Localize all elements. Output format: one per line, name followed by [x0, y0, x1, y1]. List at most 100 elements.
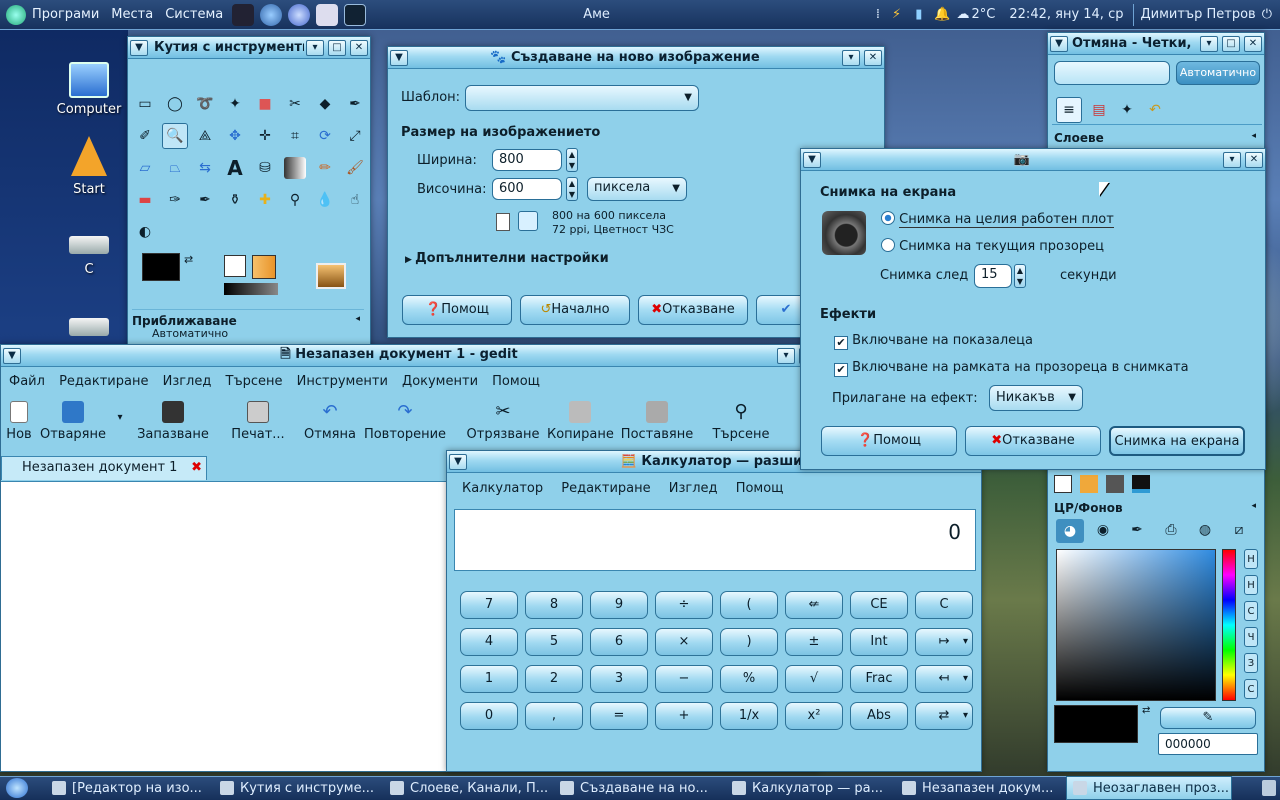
color-select-icon[interactable]: ■	[254, 93, 276, 115]
new-image-titlebar[interactable]: ▼ 🐾 Създаване на ново изображение ▾ ✕	[388, 47, 884, 69]
calc-key[interactable]: ↦ ▾	[915, 628, 973, 656]
taskbar-item[interactable]: Кутия с инструме...	[214, 776, 380, 800]
channel-v-radio[interactable]: С	[1244, 601, 1258, 621]
calc-key[interactable]: )	[720, 628, 778, 656]
height-spin-button[interactable]: ▲ ▼	[566, 177, 578, 201]
taskbar-item[interactable]: Калкулатор — ра...	[726, 776, 892, 800]
desktop-icon-start[interactable]: Start	[44, 136, 134, 197]
perspective-clone-icon[interactable]: ⚲	[284, 189, 306, 211]
calc-key[interactable]: ±	[785, 628, 843, 656]
distro-logo-icon[interactable]	[6, 4, 26, 25]
measure-icon[interactable]: ⟁	[194, 125, 216, 147]
calc-key[interactable]: =	[590, 702, 648, 730]
menu-documents[interactable]: Документи	[402, 374, 478, 389]
maximize-button[interactable]: □	[1222, 35, 1240, 52]
close-button[interactable]: ✕	[864, 49, 882, 66]
calc-key[interactable]: CE	[850, 591, 908, 619]
minimize-button[interactable]: ▾	[1223, 151, 1241, 168]
ink-icon[interactable]: ✒	[194, 189, 216, 211]
print-button[interactable]: Печат...	[227, 401, 289, 442]
taskbar-item[interactable]: Неозаглавен проз...	[1066, 776, 1232, 800]
help-button[interactable]: ❓Помощ	[402, 295, 512, 325]
taskbar-item[interactable]: [Редактор на изо...	[46, 776, 210, 800]
calc-key[interactable]: 1	[460, 665, 518, 693]
layers-titlebar[interactable]: ▼ Отмяна - Четки, ▾ □ ✕	[1048, 33, 1264, 55]
channel-b-radio[interactable]: С	[1244, 679, 1258, 699]
calc-key[interactable]: −	[655, 665, 713, 693]
fg-color-preview[interactable]	[1054, 705, 1138, 743]
landscape-icon[interactable]	[518, 211, 538, 231]
color-wheel-icon[interactable]: ◉	[1092, 519, 1114, 541]
notification-bell-icon[interactable]: 🔔	[934, 7, 950, 22]
color-picker-icon[interactable]: ✐	[134, 125, 156, 147]
panel-menu-icon[interactable]: ◂	[1251, 501, 1256, 511]
include-pointer-checkbox[interactable]: ✔ Включване на показалеца	[834, 333, 1033, 350]
open-button[interactable]: Отваряне	[39, 401, 107, 442]
text-tool-icon[interactable]: A	[224, 156, 246, 180]
calc-key[interactable]: 2	[525, 665, 583, 693]
watercolor-icon[interactable]: ◍	[1194, 519, 1216, 541]
template-select[interactable]: ▼	[465, 85, 699, 111]
take-screenshot-button[interactable]: Снимка на екрана	[1109, 426, 1245, 456]
scale-icon[interactable]: ⧄	[1228, 519, 1250, 541]
lasso-icon[interactable]: ➰	[194, 93, 216, 115]
screenshot-titlebar[interactable]: ▼ 📷 ▾ ✕	[801, 149, 1265, 171]
gedit-titlebar[interactable]: ▼ 🗎 Незапазен документ 1 - gedit ▾ □	[1, 345, 819, 367]
save-button[interactable]: Запазване	[135, 401, 211, 442]
copy-button[interactable]: Копиране	[547, 401, 614, 442]
height-input[interactable]: 600	[492, 178, 562, 200]
zoom-tool-icon[interactable]: 🔍	[162, 123, 188, 149]
foreground-select-icon[interactable]: ◆	[314, 93, 336, 115]
open-recent-arrow[interactable]: ▾	[113, 409, 127, 424]
calc-key[interactable]: 8	[525, 591, 583, 619]
brush-preview[interactable]	[224, 255, 246, 277]
portrait-icon[interactable]	[496, 213, 510, 231]
calc-key[interactable]: 5	[525, 628, 583, 656]
bucket-fill-icon[interactable]: ⛁	[254, 157, 276, 179]
menu-tools[interactable]: Инструменти	[297, 374, 388, 389]
calc-key[interactable]: 9	[590, 591, 648, 619]
channels-tab-icon[interactable]: ▤	[1086, 97, 1112, 123]
rect-select-icon[interactable]: ▭	[134, 93, 156, 115]
terminal-launcher-icon[interactable]	[344, 3, 367, 26]
minimize-button[interactable]: ▾	[777, 347, 795, 364]
ellipse-select-icon[interactable]: ◯	[164, 93, 186, 115]
temperature[interactable]: 2°C	[972, 7, 996, 22]
calc-key[interactable]: 0	[460, 702, 518, 730]
picker-icon[interactable]: ✒	[1126, 519, 1148, 541]
image-selector[interactable]	[1054, 61, 1170, 85]
window-menu-button[interactable]: ▼	[3, 347, 21, 364]
calc-key[interactable]: 6	[590, 628, 648, 656]
calc-key[interactable]: ,	[525, 702, 583, 730]
cmyk-icon[interactable]: ⎙	[1160, 519, 1182, 541]
paths-icon[interactable]: ✒	[344, 93, 366, 115]
fuzzy-select-icon[interactable]: ✦	[224, 93, 246, 115]
effect-select[interactable]: Никакъв ▼	[989, 385, 1083, 411]
calc-key[interactable]: ↤ ▾	[915, 665, 973, 693]
document-tab[interactable]: Незапазен документ 1 ✖	[1, 456, 207, 480]
window-menu-button[interactable]: ▼	[1050, 35, 1068, 52]
window-menu-button[interactable]: ▼	[803, 151, 821, 168]
delay-input[interactable]: 15	[974, 264, 1012, 288]
network-signal-icon[interactable]: ▮	[915, 7, 922, 22]
crop-icon[interactable]: ⌗	[284, 125, 306, 147]
power-icon[interactable]: ⚡	[892, 7, 901, 22]
pattern-swatch[interactable]	[1080, 475, 1098, 493]
calc-key[interactable]: (	[720, 591, 778, 619]
calc-key[interactable]: √	[785, 665, 843, 693]
menu-places[interactable]: Места	[105, 7, 159, 22]
perspective-icon[interactable]: ⏢	[164, 157, 186, 179]
trash-icon[interactable]	[1262, 780, 1276, 796]
close-tab-icon[interactable]: ✖	[191, 457, 202, 479]
undo-button[interactable]: ↶ Отмяна	[301, 401, 359, 442]
minimize-button[interactable]: ▾	[1200, 35, 1218, 52]
delay-spin-button[interactable]: ▲ ▼	[1014, 264, 1026, 288]
pencil-icon[interactable]: ✏	[314, 157, 336, 179]
channel-r-radio[interactable]: Ч	[1244, 627, 1258, 647]
window-menu-button[interactable]: ▼	[390, 49, 408, 66]
taskbar-item[interactable]: Създаване на но...	[554, 776, 722, 800]
cancel-button[interactable]: ✖Отказване	[638, 295, 748, 325]
calc-key[interactable]: ⇍	[785, 591, 843, 619]
user-menu[interactable]: Димитър Петров	[1140, 7, 1255, 22]
calc-key[interactable]: 3	[590, 665, 648, 693]
